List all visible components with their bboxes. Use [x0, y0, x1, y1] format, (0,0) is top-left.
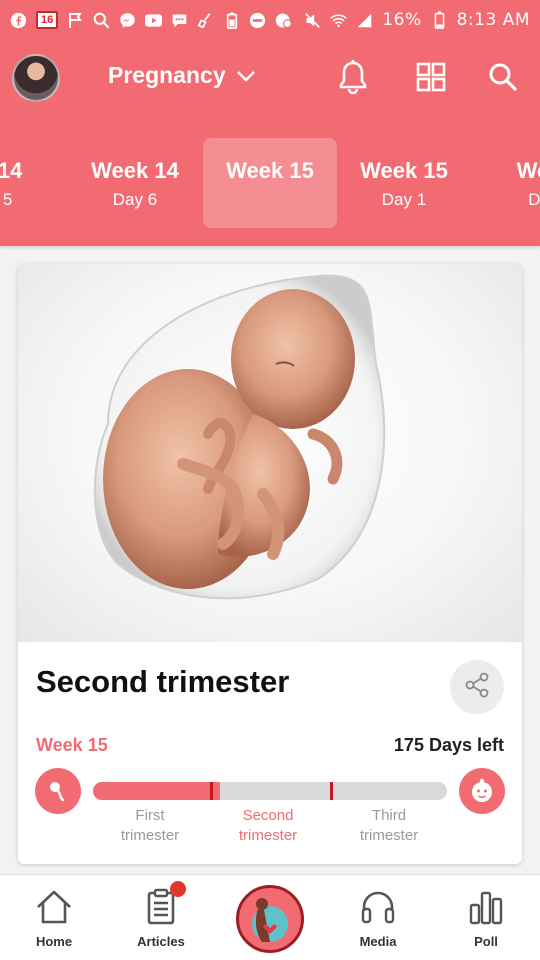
sperm-icon-badge	[35, 768, 81, 814]
youtube-icon	[145, 12, 163, 29]
chevron-down-icon	[236, 62, 256, 89]
second-trimester-marker	[330, 782, 334, 800]
wifi-icon	[330, 12, 348, 29]
page-title: Pregnancy	[108, 62, 226, 88]
first-trimester-label: First trimester	[95, 806, 205, 846]
tab-day-label: Da	[528, 190, 540, 209]
home-icon	[37, 890, 71, 924]
pregnancy-selector[interactable]: Pregnancy	[108, 62, 256, 89]
tab-week-15-day-1[interactable]: Week 15 Day 1	[337, 138, 471, 228]
search-icon	[488, 62, 518, 97]
flag-icon	[67, 12, 84, 29]
articles-notification-dot	[170, 881, 186, 897]
bottom-navigation: Home Articles Media Poll	[0, 874, 540, 960]
tab-week-15[interactable]: Week 15	[203, 138, 337, 228]
battery-percent: 16%	[382, 10, 422, 30]
trimester-card: Second trimester Week 15 175 Days left F…	[18, 264, 522, 864]
progress-fill	[93, 782, 221, 800]
tab-week-label: Wee	[516, 158, 540, 183]
nav-poll[interactable]: Poll	[441, 875, 531, 960]
clock: 8:13 AM	[456, 10, 530, 30]
trimester-line2: trimester	[238, 827, 298, 844]
nav-home[interactable]: Home	[9, 875, 99, 960]
tab-week-label: Week 15	[226, 158, 314, 183]
nav-media[interactable]: Media	[333, 875, 423, 960]
tab-week-14-day-6[interactable]: Week 14 Day 6	[68, 138, 202, 228]
search-status-icon	[93, 12, 110, 29]
trimester-line1: Second	[242, 807, 294, 824]
current-week-label: Week 15	[36, 735, 108, 755]
tab-week-label: k 14	[0, 158, 23, 183]
days-left-label: 175 Days left	[393, 735, 504, 755]
trimester-title: Second trimester	[36, 664, 290, 699]
trimester-line2: trimester	[359, 827, 419, 844]
avatar[interactable]	[12, 54, 60, 102]
battery-saver-icon	[223, 11, 240, 29]
search-button[interactable]	[482, 58, 524, 100]
pregnancy-progress-bar	[93, 782, 447, 800]
messenger-icon	[119, 12, 136, 29]
battery-icon	[431, 11, 448, 29]
nav-pregnancy-center-button[interactable]	[236, 885, 304, 953]
bar-chart-icon	[469, 891, 503, 925]
nav-label: Articles	[137, 934, 185, 949]
trimester-line1: First	[135, 807, 165, 824]
tab-day-label: Day 1	[381, 190, 427, 209]
second-trimester-label: Second trimester	[213, 806, 323, 846]
tab-week-label: Week 15	[360, 158, 448, 183]
bell-icon	[338, 59, 368, 99]
nav-label: Poll	[474, 934, 498, 949]
do-not-disturb-icon	[249, 12, 266, 29]
headphones-icon	[361, 891, 395, 924]
share-button[interactable]	[450, 660, 504, 714]
trimester-line2: trimester	[120, 827, 180, 844]
fetus-image	[93, 274, 386, 600]
first-trimester-marker	[209, 782, 213, 800]
nav-articles[interactable]: Articles	[116, 875, 206, 960]
nav-label: Media	[359, 934, 397, 949]
mute-icon	[304, 12, 321, 29]
status-bar: 16 16% 8:13 AM	[0, 0, 540, 40]
week-tab-strip[interactable]: k 14 y 5 Week 14 Day 6 Week 15 Week 15 D…	[0, 120, 540, 246]
dashboard-button[interactable]	[410, 58, 452, 100]
notification-count-badge: 16	[36, 11, 59, 29]
app-header: Pregnancy	[0, 40, 540, 120]
facebook-icon	[10, 12, 27, 29]
tab-week-label: Week 14	[91, 158, 179, 183]
signal-icon	[356, 12, 373, 29]
pregnant-woman-icon	[252, 898, 288, 942]
chat-bubble-icon	[171, 12, 188, 29]
tab-week-14-day-5[interactable]: k 14 y 5	[0, 138, 68, 228]
broom-icon	[197, 12, 214, 29]
sperm-icon	[50, 782, 65, 802]
tab-day-label: Day 6	[112, 190, 158, 209]
fetus-illustration	[18, 264, 522, 642]
trimester-line1: Third	[371, 807, 407, 824]
share-icon	[463, 671, 491, 704]
baby-icon-badge	[459, 768, 505, 814]
wifi-location-icon	[275, 12, 293, 29]
baby-face-icon	[472, 778, 492, 802]
grid-icon	[416, 62, 446, 97]
notifications-button[interactable]	[332, 58, 374, 100]
tab-day-label: y 5	[0, 190, 13, 209]
nav-label: Home	[35, 934, 73, 949]
tab-week-15-day-2[interactable]: Wee Da	[472, 138, 540, 228]
third-trimester-label: Third trimester	[334, 806, 444, 846]
